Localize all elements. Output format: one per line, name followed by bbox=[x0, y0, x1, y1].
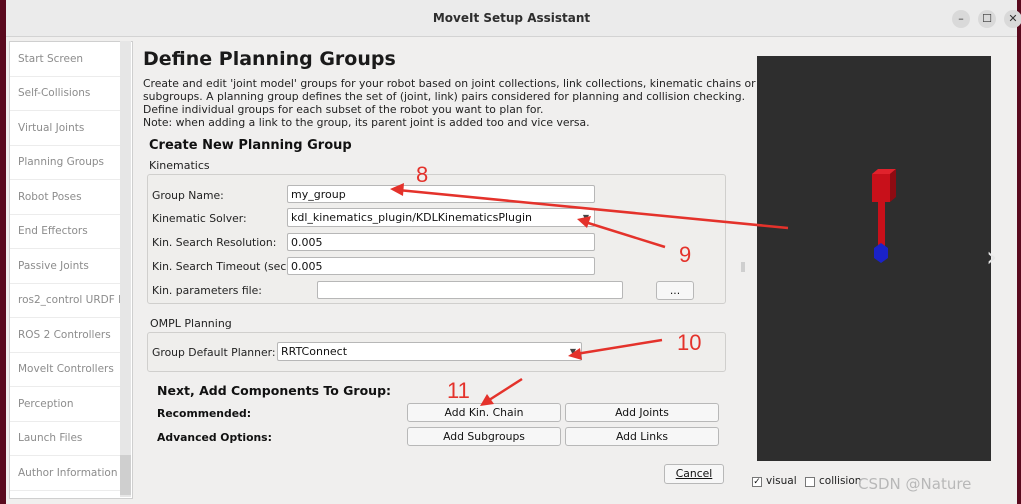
annotation-label-11: 11 bbox=[447, 378, 470, 403]
annotation-label-10: 10 bbox=[677, 330, 702, 355]
annotation-label-9: 9 bbox=[679, 242, 692, 267]
annotation-arrows bbox=[390, 183, 789, 406]
annotation-arrow-11 bbox=[485, 377, 523, 404]
annotation-arrow-9 bbox=[584, 220, 666, 249]
annotation-arrow-10 bbox=[575, 338, 663, 356]
annotation-label-8: 8 bbox=[416, 162, 429, 187]
annotation-arrow-8 bbox=[397, 188, 789, 230]
